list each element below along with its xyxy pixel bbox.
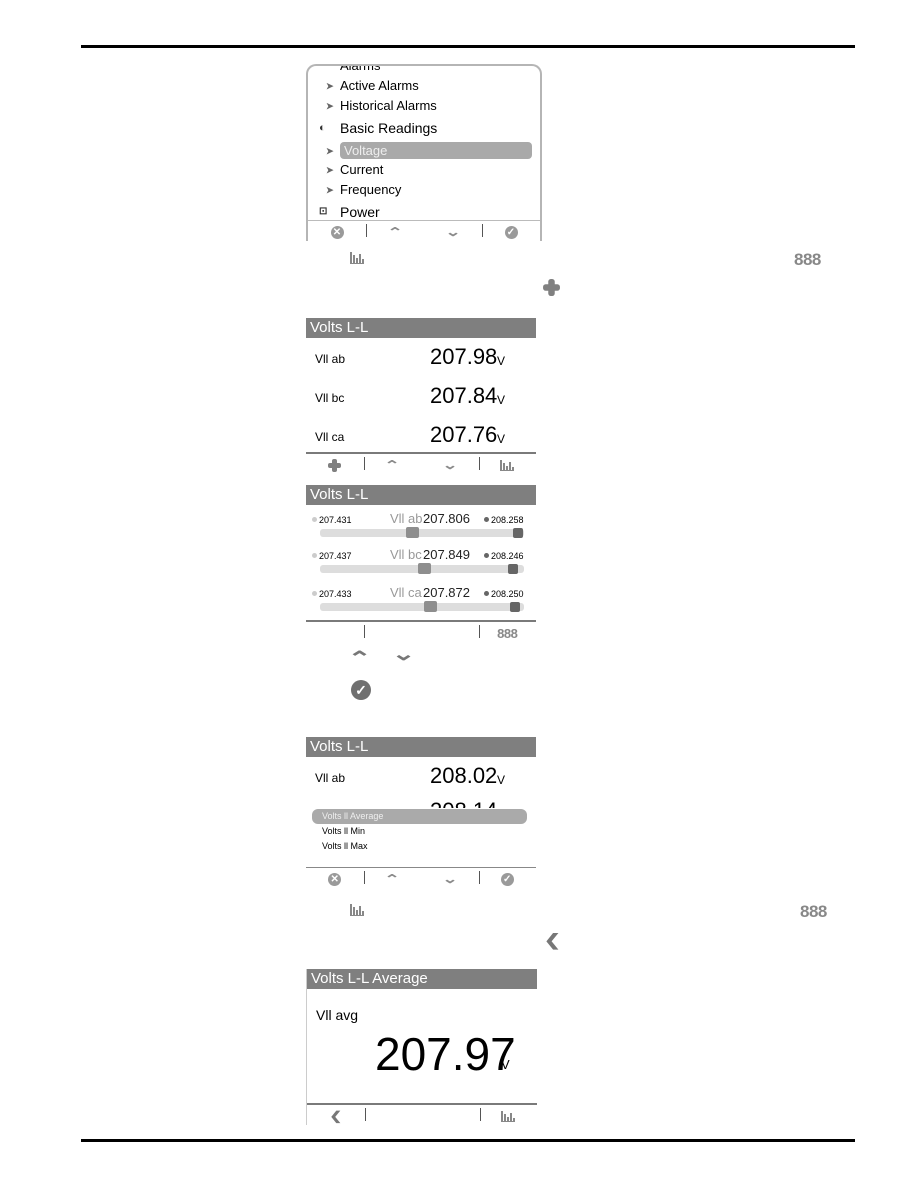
ok-icon: ✓ — [500, 872, 514, 886]
888-icon: 888 — [794, 250, 821, 269]
volts-ll-screen: Volts L-L Vll ab 207.98 V Vll bc 207.84 … — [306, 318, 536, 473]
softkey-bar: ❮ — [307, 1103, 537, 1127]
ok-button[interactable]: ✓ — [478, 868, 537, 890]
numeric-view-button[interactable]: 888 — [478, 622, 537, 644]
plus-button[interactable] — [306, 454, 364, 476]
up-button[interactable]: ⌃ — [363, 868, 422, 890]
bar-chart-button[interactable] — [478, 454, 537, 476]
cancel-button[interactable]: ✕ — [308, 221, 366, 243]
ok-icon: ✓ — [504, 225, 518, 239]
empty-softkey — [363, 622, 422, 644]
chevron-right-icon: ➤ — [326, 101, 334, 111]
up-icon: ⌃ — [386, 225, 404, 239]
options-menu: Volts ll Average Volts ll Min Volts ll M… — [312, 809, 527, 854]
chevron-right-icon: ➤ — [326, 81, 334, 91]
reading-row: Vll bc 207.84 V — [315, 383, 506, 408]
down-button[interactable]: ⌄ — [421, 454, 479, 476]
gauge-icon: ◐ — [319, 122, 326, 134]
softkey-bar: 888 — [306, 620, 536, 644]
chevron-right-icon: ➤ — [326, 146, 334, 156]
plus-icon — [328, 458, 342, 472]
chevron-right-icon: ➤ — [326, 185, 334, 195]
up-icon: ⌃ — [384, 458, 401, 472]
power-icon: ⊡ — [319, 206, 328, 217]
888-icon: 888 — [497, 625, 518, 641]
down-icon: ⌄ — [441, 458, 458, 472]
chevron-right-icon: ➤ — [326, 165, 334, 175]
current-marker — [405, 527, 419, 538]
reading-value: 207.97 — [375, 1028, 516, 1080]
reading-row: Vll ca 207.76 V — [315, 422, 506, 447]
range-track — [320, 563, 524, 574]
down-icon: ⌄ — [391, 644, 416, 664]
current-marker — [418, 563, 432, 574]
range-track — [320, 601, 524, 612]
volts-ll-bar-screen: Volts L-L 207.431 Vll ab 207.806 208.258… — [306, 485, 536, 641]
back-icon: ❮ — [544, 932, 561, 950]
cancel-icon: ✕ — [328, 872, 342, 886]
empty-softkey — [422, 1105, 480, 1127]
softkey-bar: ⌃ ⌄ — [306, 452, 536, 476]
up-button[interactable]: ⌃ — [363, 454, 422, 476]
max-marker — [513, 528, 523, 538]
ok-button[interactable]: ✓ — [482, 221, 540, 243]
ok-icon: ✓ — [351, 680, 371, 700]
screen-title: Volts L-L — [306, 485, 536, 505]
softkey-bar: ✕ ⌃ ⌄ ✓ — [308, 220, 540, 243]
down-button[interactable]: ⌄ — [421, 868, 479, 890]
bar-chart-icon — [350, 252, 364, 264]
bar-chart-button[interactable] — [479, 1105, 538, 1127]
footer-rule — [81, 1139, 855, 1142]
screen-title: Volts L-L — [306, 318, 536, 338]
888-icon: 888 — [800, 902, 827, 921]
volts-ll-menu-screen: Volts L-L Vll ab 208.02 V 208.14 Volts l… — [306, 737, 536, 889]
down-icon: ⌄ — [441, 872, 458, 886]
down-button[interactable]: ⌄ — [424, 221, 482, 243]
up-icon: ⌃ — [384, 872, 401, 886]
empty-softkey — [364, 1105, 423, 1127]
menu-screen: Alarms ➤ Active Alarms ➤ Historical Alar… — [306, 64, 542, 241]
option-volts-average[interactable]: Volts ll Average — [312, 809, 527, 824]
reading-label: Vll avg — [316, 1007, 359, 1023]
menu-list: Alarms ➤ Active Alarms ➤ Historical Alar… — [308, 66, 540, 220]
reading-unit: V — [501, 1057, 510, 1072]
screen-title: Volts L-L Average — [307, 969, 537, 989]
up-button[interactable]: ⌃ — [366, 221, 424, 243]
empty-softkey — [306, 622, 364, 644]
up-icon: ⌃ — [347, 648, 372, 668]
bar-row: 207.437 Vll bc 207.849 208.246 — [306, 547, 536, 589]
bar-chart-icon — [350, 904, 364, 916]
empty-softkey — [421, 622, 479, 644]
volts-avg-screen: Volts L-L Average Vll avg 207.97 V ❮ — [306, 969, 537, 1125]
plus-icon — [543, 279, 560, 296]
reading-row: Vll ab 208.02 V — [315, 763, 506, 788]
range-track — [320, 527, 524, 538]
back-icon: ❮ — [329, 1109, 343, 1124]
bar-chart-icon — [500, 459, 515, 471]
header-rule — [81, 45, 855, 48]
cancel-icon: ✕ — [330, 225, 344, 239]
option-volts-min[interactable]: Volts ll Min — [312, 824, 527, 839]
option-volts-max[interactable]: Volts ll Max — [312, 839, 527, 854]
reading-row: Vll ab 207.98 V — [315, 344, 506, 369]
back-button[interactable]: ❮ — [307, 1105, 365, 1127]
screen-title: Volts L-L — [306, 737, 536, 757]
max-marker — [510, 602, 520, 612]
max-marker — [508, 564, 518, 574]
bar-chart-icon — [501, 1110, 516, 1122]
current-marker — [424, 601, 438, 612]
down-icon: ⌄ — [444, 225, 462, 239]
softkey-bar: ✕ ⌃ ⌄ ✓ — [306, 867, 536, 890]
cancel-button[interactable]: ✕ — [306, 868, 364, 890]
partial-reading: 208.14 — [430, 799, 497, 808]
